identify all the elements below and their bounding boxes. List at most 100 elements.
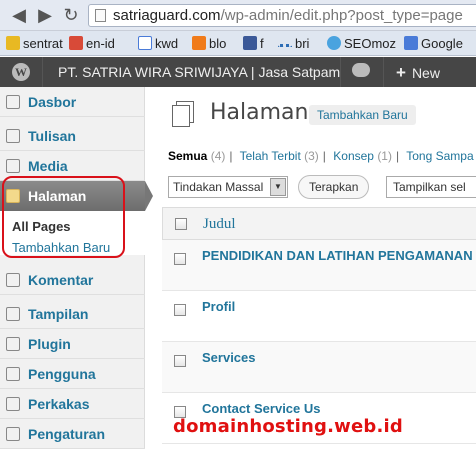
menu-item-pengguna[interactable]: Pengguna [0,359,145,389]
bulk-action-value: Tindakan Massal [173,180,264,194]
site-name-link[interactable]: PT. SATRIA WIRA SRIWIJAYA | Jasa Satpam [58,64,340,80]
menu-label: Komentar [28,272,94,288]
select-all-checkbox[interactable] [175,218,187,230]
row-checkbox[interactable] [174,304,186,316]
watermark-text: domainhosting.web.id [173,416,403,437]
comment-bubble-icon[interactable] [352,63,370,77]
bookmark-label: SEOmoz [344,36,397,51]
comment-icon [6,273,20,287]
dropdown-arrow-icon: ▼ [270,178,286,196]
wordpress-logo-icon[interactable]: W [12,63,30,81]
row-title-link[interactable]: Services [202,350,256,365]
table-header: Judul [162,207,476,240]
appearance-icon [6,307,20,321]
page-title: Halaman [210,100,309,125]
back-icon[interactable]: ◀ [10,6,28,24]
admin-bar-divider [340,57,341,87]
bookmark-label: kwd [155,36,179,51]
status-filters: Semua (4) | Telah Terbit (3) | Konsep (1) |… [168,149,474,163]
bookmark-en-id[interactable]: en-id [69,35,115,52]
users-icon [6,367,20,381]
bookmark-seomoz[interactable]: SEOmoz [327,35,396,52]
menu-label: Media [28,158,68,174]
facebook-icon [243,36,257,50]
bookmark-sentrat[interactable]: sentrat [6,35,63,52]
forward-icon[interactable]: ▶ [36,6,54,24]
menu-label: Plugin [28,336,71,352]
filter-count: (4) [210,149,226,163]
bookmark-bri[interactable]: bri [278,35,309,52]
bookmark-label: blo [209,36,227,51]
menu-item-komentar[interactable]: Komentar [0,265,145,295]
filter-count: (3) [304,149,319,163]
wp-admin-bar: W PT. SATRIA WIRA SRIWIJAYA | Jasa Satpa… [0,57,476,87]
plugin-icon [6,337,20,351]
google-g-icon [138,36,152,50]
admin-sidebar: Dasbor Tulisan Media Halaman All Pages T… [0,87,153,449]
new-content-button[interactable]: + New [396,63,440,83]
apply-button[interactable]: Terapkan [298,175,370,199]
google-icon [404,36,418,50]
filter-published[interactable]: Telah Terbit [240,149,301,163]
menu-label: Pengaturan [28,426,106,442]
seomoz-icon [327,36,341,50]
row-title-link[interactable]: PENDIDIKAN DAN LATIHAN PENGAMANAN ( [202,248,476,263]
menu-label: Dasbor [28,94,77,110]
menu-item-perkakas[interactable]: Perkakas [0,389,145,419]
blogger-icon [192,36,206,50]
main-content: Halaman Tambahkan Baru Semua (4) | Telah … [150,87,476,449]
bookmark-kwd[interactable]: kwd [138,35,178,52]
admin-bar-divider [42,57,43,87]
plus-icon: + [396,63,406,82]
folder-icon [6,36,20,50]
row-title-link[interactable]: Profil [202,299,235,314]
settings-icon [6,427,20,441]
menu-item-tulisan[interactable]: Tulisan [0,121,145,151]
reload-icon[interactable]: ↻ [62,6,80,24]
menu-label: Tulisan [28,128,76,144]
url-path: /wp-admin/edit.php?post_type=page [220,7,463,24]
menu-label: Pengguna [28,366,96,382]
row-title-link[interactable]: Contact Service Us [202,401,321,416]
bookmark-label: Google [421,36,463,51]
bookmark-blo[interactable]: blo [192,35,226,52]
menu-item-plugin[interactable]: Plugin [0,329,145,359]
filter-trash[interactable]: Tong Sampa [406,149,473,163]
menu-label: Tampilan [28,306,89,322]
pin-icon [6,129,20,143]
bookmark-label: en-id [86,36,115,51]
bookmark-label: f [260,36,264,51]
bookmark-label: bri [295,36,310,51]
dots-icon [278,44,292,50]
dashboard-icon [6,95,20,109]
row-checkbox[interactable] [174,355,186,367]
table-row: Profil [162,291,476,342]
column-title-header[interactable]: Judul [203,216,236,233]
table-row: Services [162,342,476,393]
table-row: PENDIDIKAN DAN LATIHAN PENGAMANAN ( [162,240,476,291]
row-checkbox[interactable] [174,253,186,265]
new-label: New [411,65,440,81]
bookmark-google[interactable]: Google [404,35,463,52]
bookmark-label: sentrat [23,36,63,51]
translate-icon [69,36,83,50]
url-host: satriaguard.com [113,7,221,24]
filter-all[interactable]: Semua [168,149,207,163]
red-highlight-annotation [2,176,125,258]
pages-icon [170,101,196,129]
add-new-button[interactable]: Tambahkan Baru [309,105,416,125]
filter-draft[interactable]: Konsep [333,149,374,163]
view-filter-select[interactable]: Tampilkan sel [386,176,476,198]
bookmarks-bar: sentrat en-id kwd blo f bri SEOmoz Googl… [0,31,476,56]
admin-bar-divider [383,57,384,87]
address-bar[interactable]: satriaguard.com/wp-admin/edit.php?post_t… [88,4,476,27]
filter-count: (1) [377,149,392,163]
page-icon [95,9,106,22]
browser-toolbar: ◀ ▶ ↻ satriaguard.com/wp-admin/edit.php?… [0,0,476,31]
media-icon [6,159,20,173]
menu-item-tampilan[interactable]: Tampilan [0,299,145,329]
menu-item-pengaturan[interactable]: Pengaturan [0,419,145,449]
bulk-action-select[interactable]: Tindakan Massal ▼ [168,176,288,198]
menu-item-dasbor[interactable]: Dasbor [0,87,145,117]
bookmark-f[interactable]: f [243,35,264,52]
